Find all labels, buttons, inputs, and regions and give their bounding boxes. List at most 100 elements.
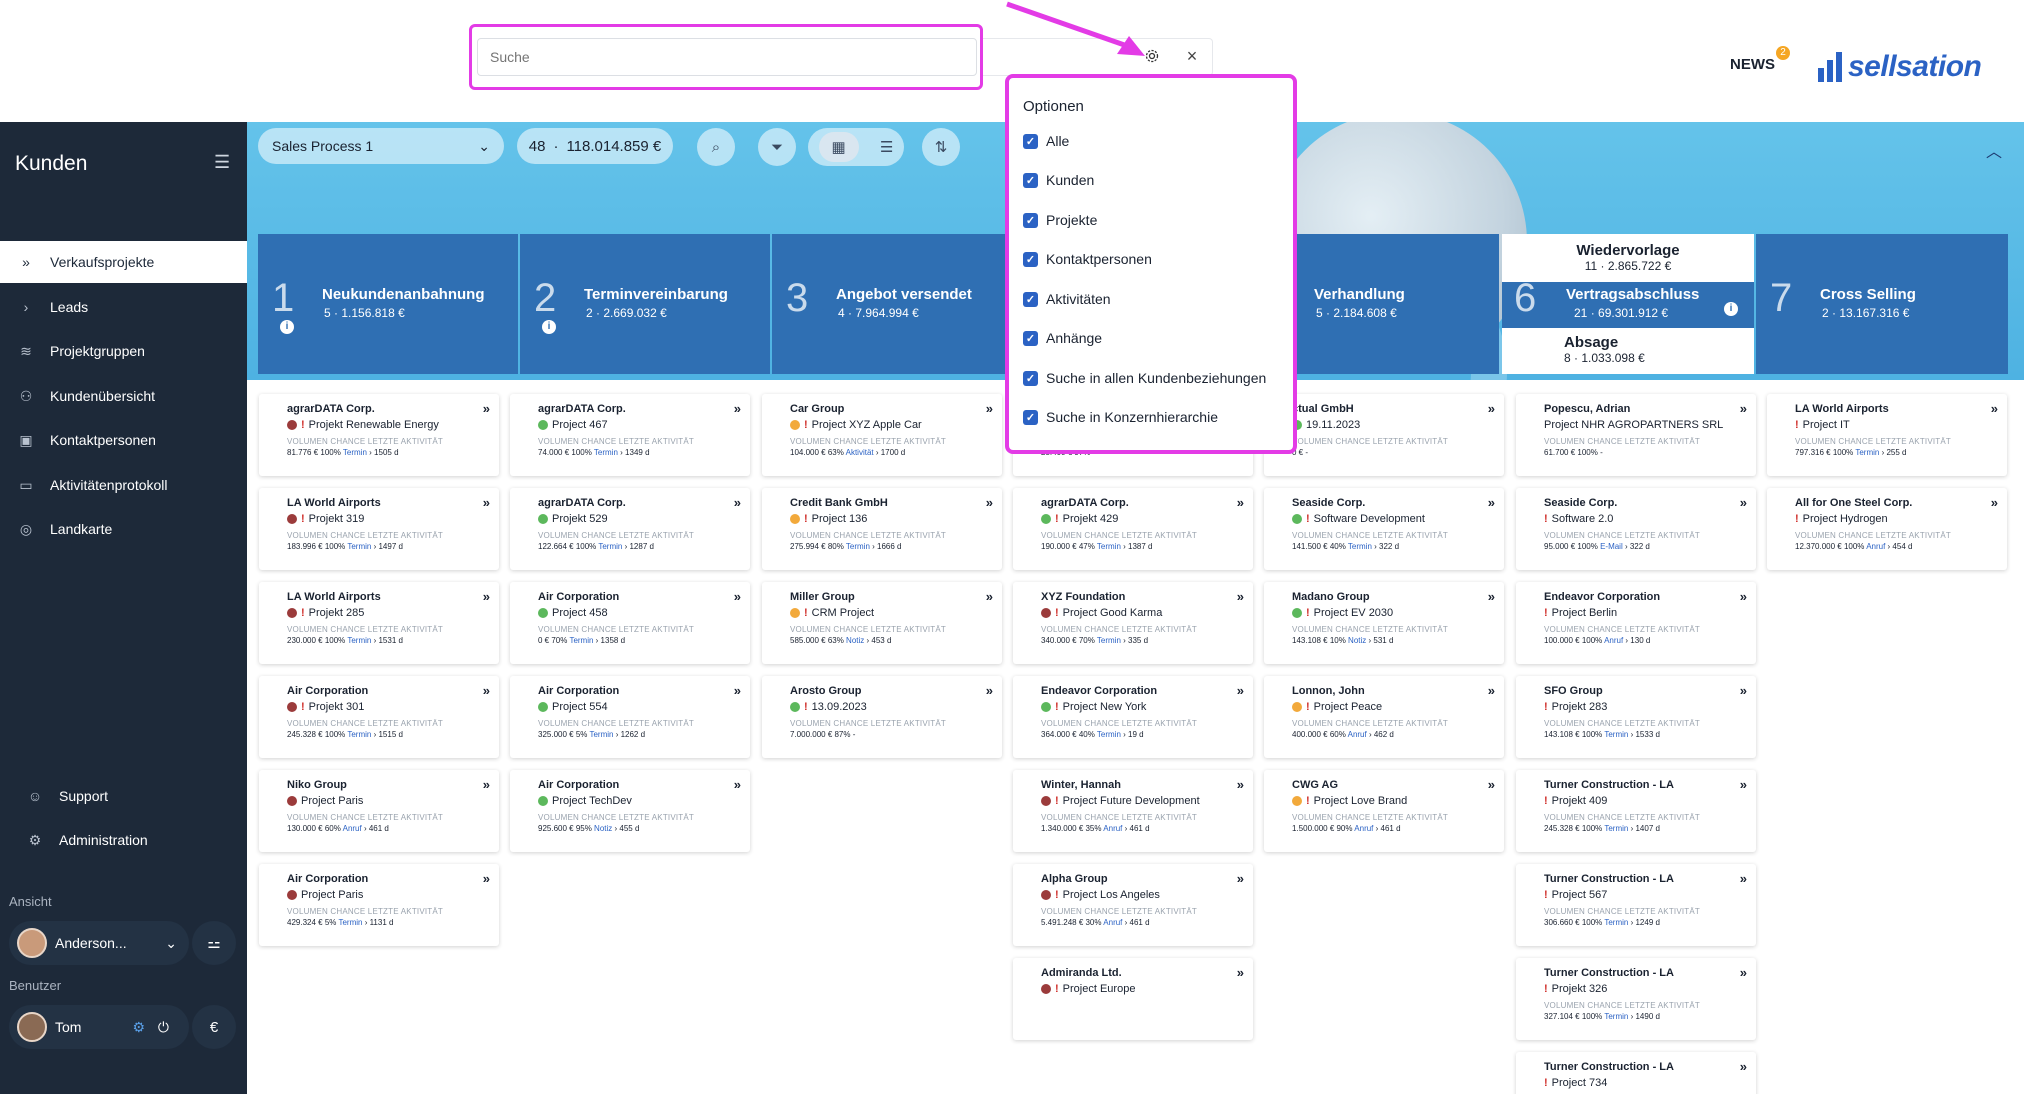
sidebar-item-administration[interactable]: ⚙ Administration: [0, 819, 247, 861]
open-card-icon[interactable]: »: [986, 401, 993, 416]
open-card-icon[interactable]: »: [483, 871, 490, 886]
project-card[interactable]: Admiranda Ltd. » ! Project Europe: [1013, 958, 1253, 1040]
project-card[interactable]: Air Corporation » Project 458 VOLUMEN CHANC…: [510, 582, 750, 664]
stage-absage[interactable]: Absage 8 · 1.033.098 €: [1502, 328, 1754, 374]
project-card[interactable]: CWG AG » ! Project Love Brand VOLUMEN CHANCE…: [1264, 770, 1504, 852]
sidebar-item-support[interactable]: ☺ Support: [0, 775, 247, 817]
currency-button[interactable]: €: [192, 1005, 236, 1049]
project-card[interactable]: Air Corporation » ! Projekt 301 VOLUMEN CHAN…: [259, 676, 499, 758]
project-card[interactable]: Madano Group » ! Project EV 2030 VOLUMEN CHA…: [1264, 582, 1504, 664]
search-button[interactable]: ⌕: [697, 128, 735, 166]
open-card-icon[interactable]: »: [1237, 589, 1244, 604]
open-card-icon[interactable]: »: [483, 401, 490, 416]
project-card[interactable]: All for One Steel Corp. » ! Project Hydroge…: [1767, 488, 2007, 570]
project-card[interactable]: ctual GmbH » 19.11.2023 VOLUMEN CHANCE LETZ…: [1264, 394, 1504, 476]
sort-button[interactable]: ⇅: [922, 128, 960, 166]
option-kontaktpersonen[interactable]: ✓ Kontaktpersonen: [1023, 248, 1152, 270]
open-card-icon[interactable]: »: [734, 777, 741, 792]
open-card-icon[interactable]: »: [1237, 683, 1244, 698]
stage-1[interactable]: 1 Neukundenanbahnung 5 · 1.156.818 € i: [258, 234, 518, 374]
project-card[interactable]: Lonnon, John » ! Project Peace VOLUMEN CHANC…: [1264, 676, 1504, 758]
sidebar-item-leads[interactable]: › Leads: [0, 286, 247, 328]
open-card-icon[interactable]: »: [1740, 871, 1747, 886]
sidebar-item-projektgruppen[interactable]: ≋ Projektgruppen: [0, 330, 247, 372]
open-card-icon[interactable]: »: [483, 495, 490, 510]
open-card-icon[interactable]: »: [986, 683, 993, 698]
settings-icon[interactable]: ⚙: [132, 1019, 145, 1036]
open-card-icon[interactable]: »: [1740, 401, 1747, 416]
stage-2[interactable]: 2 Terminvereinbarung 2 · 2.669.032 € i: [520, 234, 770, 374]
open-card-icon[interactable]: »: [1991, 401, 1998, 416]
open-card-icon[interactable]: »: [1237, 495, 1244, 510]
project-card[interactable]: Car Group » ! Project XYZ Apple Car VOLUMEN …: [762, 394, 1002, 476]
open-card-icon[interactable]: »: [1740, 683, 1747, 698]
view-user-select[interactable]: Anderson... ⌄: [9, 921, 189, 965]
project-card[interactable]: Seaside Corp. » ! Software Development VOLUM…: [1264, 488, 1504, 570]
power-icon[interactable]: ⏻: [158, 1019, 169, 1036]
open-card-icon[interactable]: »: [1740, 589, 1747, 604]
project-card[interactable]: Seaside Corp. » ! Software 2.0 VOLUMEN CHANC…: [1516, 488, 1756, 570]
checkbox-checked-icon[interactable]: ✓: [1023, 251, 1038, 267]
search-close-button[interactable]: ×: [1180, 44, 1204, 68]
stage-7[interactable]: 7 Cross Selling 2 · 13.167.316 €: [1756, 234, 2008, 374]
option-aktivitaeten[interactable]: ✓ Aktivitäten: [1023, 288, 1111, 310]
open-card-icon[interactable]: »: [1488, 589, 1495, 604]
option-projekte[interactable]: ✓ Projekte: [1023, 209, 1097, 231]
open-card-icon[interactable]: »: [734, 495, 741, 510]
option-konzernhierarchie[interactable]: ✓ Suche in Konzernhierarchie: [1023, 406, 1218, 428]
project-card[interactable]: XYZ Foundation » ! Project Good Karma VOLUME…: [1013, 582, 1253, 664]
project-card[interactable]: Air Corporation » Project Paris VOLUMEN CHA…: [259, 864, 499, 946]
sidebar-item-kundenuebersicht[interactable]: ⚇ Kundenübersicht: [0, 375, 247, 417]
checkbox-checked-icon[interactable]: ✓: [1023, 212, 1038, 228]
open-card-icon[interactable]: »: [1488, 401, 1495, 416]
sidebar-item-aktivitaetenprotokoll[interactable]: ▭ Aktivitätenprotokoll: [0, 464, 247, 506]
project-card[interactable]: Endeavor Corporation » ! Project New York VO…: [1013, 676, 1253, 758]
project-card[interactable]: Popescu, Adrian » Project NHR AGROPARTNERS…: [1516, 394, 1756, 476]
open-card-icon[interactable]: »: [1237, 965, 1244, 980]
option-kunden[interactable]: ✓ Kunden: [1023, 169, 1094, 191]
project-card[interactable]: agrarDATA Corp. » ! Projekt 429 VOLUMEN CHAN…: [1013, 488, 1253, 570]
project-card[interactable]: SFO Group » ! Projekt 283 VOLUMEN CHANCE LET…: [1516, 676, 1756, 758]
project-card[interactable]: Air Corporation » Project TechDev VOLUMEN C…: [510, 770, 750, 852]
option-kundenbeziehungen[interactable]: ✓ Suche in allen Kundenbeziehungen: [1023, 367, 1266, 389]
project-card[interactable]: LA World Airports » ! Projekt 319 VOLUMEN CH…: [259, 488, 499, 570]
project-card[interactable]: Turner Construction - LA » ! Projekt 409 VOL…: [1516, 770, 1756, 852]
info-icon[interactable]: i: [280, 320, 294, 334]
list-view-icon[interactable]: ☰: [880, 138, 893, 156]
project-card[interactable]: Arosto Group » ! 13.09.2023 VOLUMEN CHANCE L…: [762, 676, 1002, 758]
open-card-icon[interactable]: »: [1740, 777, 1747, 792]
sidebar-item-landkarte[interactable]: ◎ Landkarte: [0, 508, 247, 550]
option-anhaenge[interactable]: ✓ Anhänge: [1023, 327, 1102, 349]
checkbox-checked-icon[interactable]: ✓: [1023, 330, 1038, 346]
news-link[interactable]: NEWS: [1730, 56, 1775, 73]
project-card[interactable]: Endeavor Corporation » ! Project Berlin VOLU…: [1516, 582, 1756, 664]
open-card-icon[interactable]: »: [1991, 495, 1998, 510]
sidebar-item-kontaktpersonen[interactable]: ▣ Kontaktpersonen: [0, 419, 247, 461]
open-card-icon[interactable]: »: [1740, 965, 1747, 980]
checkbox-checked-icon[interactable]: ✓: [1023, 370, 1038, 386]
project-card[interactable]: Alpha Group » ! Project Los Angeles VOLUMEN …: [1013, 864, 1253, 946]
project-card[interactable]: agrarDATA Corp. » Projekt 529 VOLUMEN CHANC…: [510, 488, 750, 570]
open-card-icon[interactable]: »: [1740, 495, 1747, 510]
stage-wiedervorlage[interactable]: Wiedervorlage 11 · 2.865.722 €: [1502, 234, 1754, 282]
open-card-icon[interactable]: »: [1740, 1059, 1747, 1074]
info-icon[interactable]: i: [542, 320, 556, 334]
open-card-icon[interactable]: »: [986, 589, 993, 604]
project-card[interactable]: agrarDATA Corp. » Project 467 VOLUMEN CHANC…: [510, 394, 750, 476]
filter-button[interactable]: ⏷: [758, 128, 796, 166]
process-select[interactable]: Sales Process 1 ⌄: [258, 128, 504, 164]
project-card[interactable]: Turner Construction - LA » ! Projekt 326 VOL…: [1516, 958, 1756, 1040]
open-card-icon[interactable]: »: [1237, 871, 1244, 886]
project-card[interactable]: Miller Group » ! CRM Project VOLUMEN CHANCE …: [762, 582, 1002, 664]
open-card-icon[interactable]: »: [734, 401, 741, 416]
checkbox-checked-icon[interactable]: ✓: [1023, 172, 1038, 188]
project-card[interactable]: LA World Airports » ! Projekt 285 VOLUMEN CH…: [259, 582, 499, 664]
menu-icon[interactable]: ☰: [214, 152, 230, 173]
grid-view-icon[interactable]: ▦: [818, 132, 859, 162]
project-card[interactable]: Credit Bank GmbH » ! Project 136 VOLUMEN CHA…: [762, 488, 1002, 570]
stage-5[interactable]: 5 Verhandlung 5 · 2.184.608 € i: [1274, 234, 1499, 374]
project-card[interactable]: LA World Airports » ! Project IT VOLUMEN CHA…: [1767, 394, 2007, 476]
open-card-icon[interactable]: »: [734, 589, 741, 604]
project-card[interactable]: Turner Construction - LA » ! Project 567 VOL…: [1516, 864, 1756, 946]
sidebar-item-verkaufsprojekte[interactable]: » Verkaufsprojekte: [0, 241, 247, 283]
